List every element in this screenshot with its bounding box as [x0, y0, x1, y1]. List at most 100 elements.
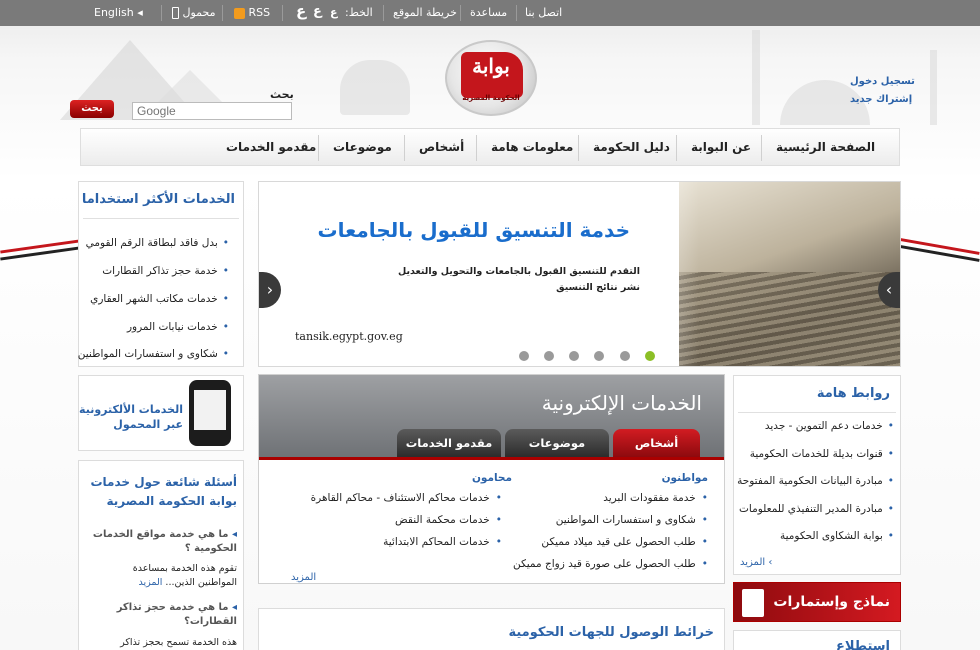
mobile-phone-icon — [189, 380, 231, 446]
faq-question-text: ما هي خدمة حجز تذاكر القطارات؟ — [116, 602, 237, 627]
nav-persons[interactable]: أشخاص — [419, 140, 464, 154]
citizen-service-item[interactable]: •طلب الحصول على صورة قيد زواج مميكن — [513, 558, 708, 570]
nav-separator — [676, 135, 677, 161]
poll-title: استطلاع — [836, 639, 890, 650]
important-link-item[interactable]: •مبادرة المدير التنفيذي للمعلومات — [739, 503, 894, 515]
document-icon — [742, 589, 764, 617]
font-size-medium[interactable]: ع — [313, 4, 322, 19]
signup-link[interactable]: إشتراك جديد — [850, 94, 912, 105]
important-links-panel: روابط هامة •خدمات دعم التموين - جديد •قن… — [733, 375, 901, 575]
rss-label: RSS — [248, 6, 271, 19]
search-button[interactable]: بحث — [70, 100, 114, 118]
search-input[interactable] — [132, 102, 292, 120]
nav-separator — [404, 135, 405, 161]
slider-prev-arrow[interactable]: ‹ — [259, 272, 281, 308]
citizen-service-item[interactable]: •شكاوى و استفسارات المواطنين — [556, 514, 708, 526]
faq-answer-text: المواطنين الذين... — [165, 577, 237, 588]
important-links-more[interactable]: › المزيد — [740, 557, 772, 568]
slider-dot[interactable] — [519, 351, 529, 361]
eservices-more-link[interactable]: المزيد — [291, 572, 316, 583]
item-label: شكاوى و استفسارات المواطنين — [77, 348, 218, 360]
most-used-item[interactable]: •خدمة حجز تذاكر القطارات — [102, 265, 229, 277]
help-link[interactable]: مساعدة — [470, 6, 507, 19]
top-bar: ◂ English محمول RSS ع ع ع الخط: خريطة ال… — [0, 0, 980, 26]
more-label: المزيد — [740, 557, 766, 568]
sphinx — [340, 60, 410, 115]
faq-answer: المواطنين الذين... المزيد — [138, 577, 237, 588]
divider — [738, 412, 896, 413]
slide-line-1: التقدم للتنسيق القبول بالجامعات والتحويل… — [397, 266, 640, 277]
rss-link[interactable]: RSS — [234, 6, 270, 19]
minaret-2 — [930, 50, 937, 125]
most-used-item[interactable]: •خدمات نيابات المرور — [127, 321, 229, 333]
nav-important-info[interactable]: معلومات هامة — [491, 140, 573, 154]
slide-title: خدمة التنسيق للقبول بالجامعات — [317, 218, 630, 242]
item-label: خدمات نيابات المرور — [126, 321, 218, 333]
nav-service-providers[interactable]: مقدمو الخدمات — [226, 140, 316, 154]
tab-topics[interactable]: موضوعات — [505, 429, 609, 457]
separator — [282, 5, 283, 21]
nav-separator — [318, 135, 319, 161]
mobile-promo[interactable]: الخدمات الألكترونية عبر المحمول — [78, 375, 244, 451]
maps-panel: خرائط الوصول للجهات الحكومية — [258, 608, 725, 650]
font-label: الخط: — [345, 6, 373, 19]
tab-underline — [259, 457, 724, 460]
featured-slider: خدمة التنسيق للقبول بالجامعات التقدم للت… — [258, 181, 901, 367]
citizen-service-item[interactable]: •خدمة مفقودات البريد — [603, 492, 708, 504]
slide-url[interactable]: tansik.egypt.gov.eg — [295, 330, 403, 343]
faq-question[interactable]: ◂ ما هي خدمة حجز تذاكر القطارات؟ — [87, 601, 237, 629]
separator — [222, 5, 223, 21]
faq-question-text: ما هي خدمة مواقع الخدمات الحكومية ؟ — [92, 529, 237, 554]
important-link-item[interactable]: •مبادرة البيانات الحكومية المفتوحة — [737, 475, 894, 487]
item-label: شكاوى و استفسارات المواطنين — [555, 514, 696, 526]
item-label: خدمات محاكم الاستئناف - محاكم القاهرة — [310, 492, 490, 504]
eservices-title: الخدمات الإلكترونية — [541, 391, 702, 415]
nav-home[interactable]: الصفحة الرئيسية — [776, 140, 875, 154]
font-size-small[interactable]: ع — [330, 6, 338, 19]
nav-about[interactable]: عن البوابة — [691, 140, 751, 154]
nav-topics[interactable]: موضوعات — [333, 140, 392, 154]
maps-title: خرائط الوصول للجهات الحكومية — [508, 625, 714, 640]
slider-dot-active[interactable] — [645, 351, 655, 361]
slide-line-2: نشر نتائج التنسيق — [556, 282, 640, 293]
sitemap-link[interactable]: خريطة الموقع — [393, 6, 457, 19]
item-label: خدمة حجز تذاكر القطارات — [102, 265, 218, 277]
mobile-link[interactable]: محمول — [172, 6, 216, 19]
nav-separator — [578, 135, 579, 161]
lawyer-service-item[interactable]: •خدمات محكمة النقض — [395, 514, 502, 526]
most-used-item[interactable]: •بدل فاقد لبطاقة الرقم القومي — [86, 237, 229, 249]
most-used-item[interactable]: •خدمات مكاتب الشهر العقاري — [90, 293, 229, 305]
forms-banner[interactable]: نماذج وإستمارات — [733, 582, 901, 622]
tab-service-providers[interactable]: مقدمو الخدمات — [397, 429, 501, 457]
faq-question[interactable]: ◂ ما هي خدمة مواقع الخدمات الحكومية ؟ — [87, 528, 237, 556]
slider-dot[interactable] — [620, 351, 630, 361]
most-used-item[interactable]: •شكاوى و استفسارات المواطنين — [78, 348, 229, 360]
font-size-large[interactable]: ع — [296, 2, 306, 20]
search-label: بحث — [270, 88, 294, 101]
faq-answer: هذه الخدمة تسمح بحجز تذاكر — [120, 637, 237, 648]
item-label: خدمات مكاتب الشهر العقاري — [90, 293, 218, 305]
english-link[interactable]: ◂ English — [94, 6, 143, 19]
nav-gov-directory[interactable]: دليل الحكومة — [593, 140, 670, 154]
tab-persons[interactable]: أشخاص — [613, 429, 700, 457]
site-logo[interactable]: بوابة الحكومة المصرية — [445, 40, 537, 116]
lawyer-service-item[interactable]: •خدمات محاكم الاستئناف - محاكم القاهرة — [311, 492, 502, 504]
eservices-panel: الخدمات الإلكترونية أشخاص موضوعات مقدمو … — [258, 374, 725, 584]
contact-link[interactable]: اتصل بنا — [525, 6, 562, 19]
slider-dot[interactable] — [569, 351, 579, 361]
item-label: بوابة الشكاوى الحكومية — [779, 530, 883, 542]
mobile-label: محمول — [182, 6, 216, 19]
slider-dot[interactable] — [544, 351, 554, 361]
login-link[interactable]: تسجيل دخول — [850, 76, 915, 87]
faq-more-link[interactable]: المزيد — [138, 577, 162, 588]
phone-screen — [194, 390, 226, 430]
item-label: خدمات محكمة النقض — [395, 514, 490, 526]
important-link-item[interactable]: •قنوات بديلة للخدمات الحكومية — [750, 448, 894, 460]
citizen-service-item[interactable]: •طلب الحصول على قيد ميلاد مميكن — [541, 536, 708, 548]
important-link-item[interactable]: •بوابة الشكاوى الحكومية — [780, 530, 894, 542]
lecture-hall-image — [679, 182, 900, 366]
slider-dot[interactable] — [594, 351, 604, 361]
item-label: بدل فاقد لبطاقة الرقم القومي — [85, 237, 218, 249]
lawyer-service-item[interactable]: •خدمات المحاكم الابتدائية — [383, 536, 502, 548]
important-link-item[interactable]: •خدمات دعم التموين - جديد — [765, 420, 894, 432]
